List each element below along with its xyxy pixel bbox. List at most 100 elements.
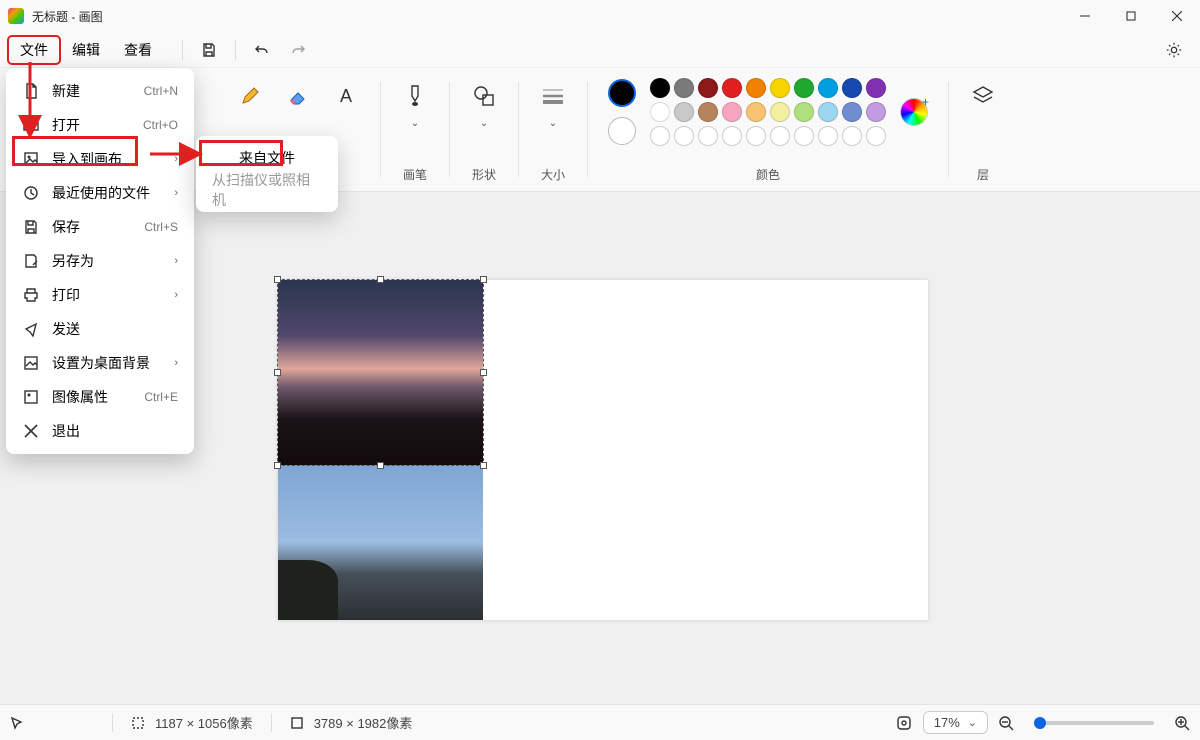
color-swatch[interactable] xyxy=(674,78,694,98)
menu-file[interactable]: 文件 xyxy=(8,36,60,64)
file-menu-open[interactable]: 打开 Ctrl+O xyxy=(12,108,188,142)
color-swatch[interactable] xyxy=(794,126,814,146)
group-label-shape: 形状 xyxy=(472,166,496,183)
chevron-right-icon: › xyxy=(174,255,178,267)
fit-screen-button[interactable] xyxy=(895,714,913,732)
color-swatch[interactable] xyxy=(818,102,838,122)
color-swatch[interactable] xyxy=(722,78,742,98)
ribbon-group-layers: 层 xyxy=(949,68,1017,191)
color-swatch[interactable] xyxy=(746,126,766,146)
color-swatch[interactable] xyxy=(650,102,670,122)
pencil-tool[interactable] xyxy=(232,78,268,114)
color-swatch[interactable] xyxy=(866,102,886,122)
color-swatch[interactable] xyxy=(770,126,790,146)
color-swatch[interactable] xyxy=(866,126,886,146)
clock-icon xyxy=(22,184,40,202)
label: 新建 xyxy=(52,81,132,101)
shortcut: Ctrl+E xyxy=(144,390,178,404)
chevron-right-icon: › xyxy=(174,187,178,199)
eraser-tool[interactable] xyxy=(280,78,316,114)
file-menu-save[interactable]: 保存 Ctrl+S xyxy=(12,210,188,244)
close-button[interactable] xyxy=(1154,0,1200,32)
color-swatch[interactable] xyxy=(842,126,862,146)
ribbon-group-size: ⌄ 大小 xyxy=(519,68,587,191)
file-menu-set-background[interactable]: 设置为桌面背景 › xyxy=(12,346,188,380)
resize-handle[interactable] xyxy=(480,276,487,283)
color-swatch[interactable] xyxy=(698,78,718,98)
zoom-dropdown[interactable]: 17% ⌄ xyxy=(923,711,988,734)
chevron-down-icon: ⌄ xyxy=(968,716,977,729)
color-swatch[interactable] xyxy=(650,78,670,98)
settings-button[interactable] xyxy=(1158,34,1190,66)
resize-handle[interactable] xyxy=(274,462,281,469)
text-tool[interactable]: A xyxy=(328,78,364,114)
color-swatch[interactable] xyxy=(698,102,718,122)
color-swatch[interactable] xyxy=(770,78,790,98)
print-icon xyxy=(22,286,40,304)
zoom-out-button[interactable] xyxy=(998,715,1014,731)
ribbon-group-brush: ⌄ 画笔 xyxy=(381,68,449,191)
canvas[interactable] xyxy=(278,280,928,620)
color-swatch[interactable] xyxy=(794,102,814,122)
color-swatch[interactable] xyxy=(866,78,886,98)
menu-edit[interactable]: 编辑 xyxy=(60,36,112,64)
label: 发送 xyxy=(52,319,178,339)
color-swatch[interactable] xyxy=(722,102,742,122)
file-menu-send[interactable]: 发送 xyxy=(12,312,188,346)
brush-picker[interactable] xyxy=(397,78,433,114)
color-swatch[interactable] xyxy=(842,78,862,98)
color-swatch[interactable] xyxy=(818,126,838,146)
resize-handle[interactable] xyxy=(377,462,384,469)
file-menu-new[interactable]: 新建 Ctrl+N xyxy=(12,74,188,108)
file-menu-import[interactable]: 导入到画布 › xyxy=(12,142,188,176)
save-quick-button[interactable] xyxy=(193,36,225,64)
shapes-picker[interactable] xyxy=(466,78,502,114)
file-menu-exit[interactable]: 退出 xyxy=(12,414,188,448)
app-icon xyxy=(8,8,24,24)
undo-button[interactable] xyxy=(246,36,278,64)
color-swatch[interactable] xyxy=(722,126,742,146)
file-menu-print[interactable]: 打印 › xyxy=(12,278,188,312)
file-menu: 新建 Ctrl+N 打开 Ctrl+O 导入到画布 › 最近使用的文件 › 保存… xyxy=(6,68,194,454)
selection-box[interactable] xyxy=(277,279,484,466)
color-palette xyxy=(650,78,886,146)
pasted-image-2[interactable] xyxy=(278,465,483,620)
redo-button[interactable] xyxy=(282,36,314,64)
resize-handle[interactable] xyxy=(377,276,384,283)
resize-handle[interactable] xyxy=(274,276,281,283)
maximize-button[interactable] xyxy=(1108,0,1154,32)
zoom-slider[interactable] xyxy=(1034,721,1154,725)
resize-handle[interactable] xyxy=(480,369,487,376)
color-swatch[interactable] xyxy=(818,78,838,98)
layers-button[interactable] xyxy=(965,78,1001,114)
size-picker[interactable] xyxy=(535,78,571,114)
file-menu-properties[interactable]: 图像属性 Ctrl+E xyxy=(12,380,188,414)
group-label-layer: 层 xyxy=(977,166,989,183)
file-menu-saveas[interactable]: 另存为 › xyxy=(12,244,188,278)
color-swatch[interactable] xyxy=(698,126,718,146)
edit-colors-button[interactable] xyxy=(900,98,928,126)
color-swatch[interactable] xyxy=(794,78,814,98)
zoom-in-button[interactable] xyxy=(1174,715,1190,731)
color-swatch[interactable] xyxy=(674,126,694,146)
folder-open-icon xyxy=(22,116,40,134)
color-swatch[interactable] xyxy=(842,102,862,122)
resize-handle[interactable] xyxy=(274,369,281,376)
label: 另存为 xyxy=(52,251,162,271)
color-swatch[interactable] xyxy=(746,102,766,122)
color-swatch[interactable] xyxy=(674,102,694,122)
import-icon xyxy=(22,150,40,168)
cursor-icon xyxy=(10,716,24,730)
file-menu-recent[interactable]: 最近使用的文件 › xyxy=(12,176,188,210)
label: 打印 xyxy=(52,285,162,305)
menu-view[interactable]: 查看 xyxy=(112,36,164,64)
label: 导入到画布 xyxy=(52,149,162,169)
color-primary[interactable] xyxy=(608,79,636,107)
color-swatch[interactable] xyxy=(746,78,766,98)
minimize-button[interactable] xyxy=(1062,0,1108,32)
color-swatch[interactable] xyxy=(650,126,670,146)
color-swatch[interactable] xyxy=(770,102,790,122)
resize-handle[interactable] xyxy=(480,462,487,469)
label: 保存 xyxy=(52,217,132,237)
color-secondary[interactable] xyxy=(608,117,636,145)
